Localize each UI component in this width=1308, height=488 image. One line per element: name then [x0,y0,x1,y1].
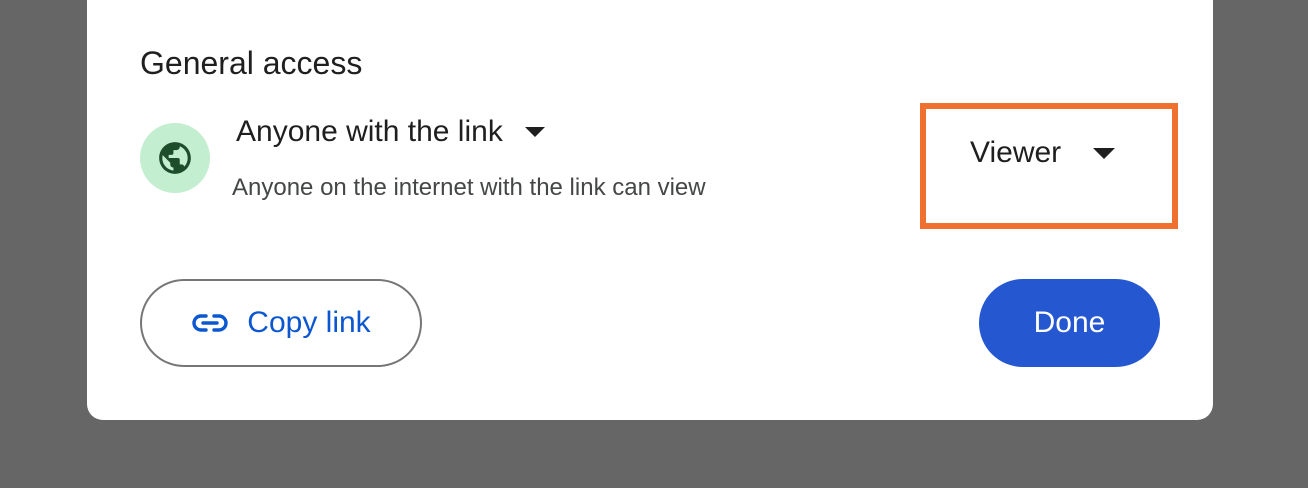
globe-icon-container [140,123,210,193]
general-access-title: General access [140,45,363,81]
link-access-dropdown[interactable]: Anyone with the link [236,114,545,150]
link-access-label: Anyone with the link [236,115,503,148]
link-access-description: Anyone on the internet with the link can… [232,174,706,201]
link-icon [192,314,228,332]
done-label: Done [1033,306,1106,339]
done-button[interactable]: Done [979,279,1160,367]
caret-down-icon [524,127,545,137]
copy-link-button[interactable]: Copy link [140,279,422,367]
share-dialog: General access Anyone with the link Anyo… [87,0,1213,420]
role-dropdown[interactable]: Viewer [970,135,1116,171]
role-label: Viewer [970,136,1062,169]
globe-icon [159,142,191,174]
caret-down-icon [1093,147,1116,159]
copy-link-label: Copy link [247,306,371,339]
